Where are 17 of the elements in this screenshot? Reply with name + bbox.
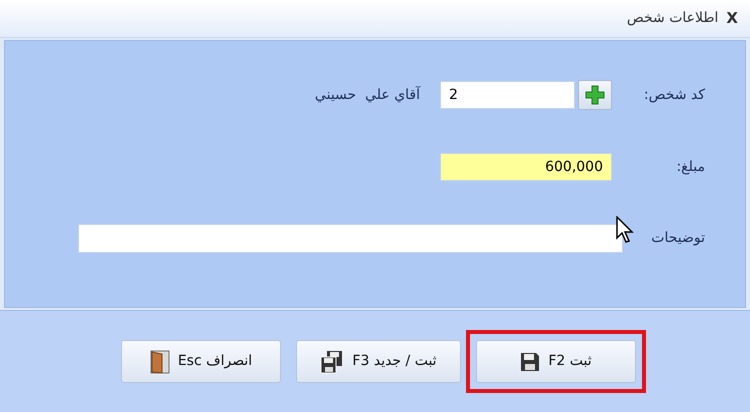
dialog-button[interactable]: ثبت F2 [476, 340, 636, 383]
close-button[interactable]: X [726, 11, 738, 26]
cursor-icon [616, 216, 634, 244]
dialog-button[interactable]: انصراف Esc [121, 340, 281, 383]
field-label: توضیحات [651, 229, 705, 248]
floppy-disks-icon [320, 350, 344, 374]
dialog-button[interactable]: ثبت / جدید F3 [296, 340, 461, 383]
notes-field[interactable] [78, 224, 624, 253]
door-icon [150, 350, 170, 374]
add-button[interactable] [578, 80, 612, 110]
person-name: آقاي علي حسيني [314, 85, 420, 104]
window-title: اطلاعات شخص [626, 9, 718, 28]
code-field[interactable]: 2 [440, 81, 575, 109]
field-label: مبلغ: [675, 158, 705, 176]
plus-icon [585, 85, 605, 105]
field-label: کد شخص: [642, 86, 705, 104]
amount-field[interactable]: 600,000 [440, 153, 612, 181]
